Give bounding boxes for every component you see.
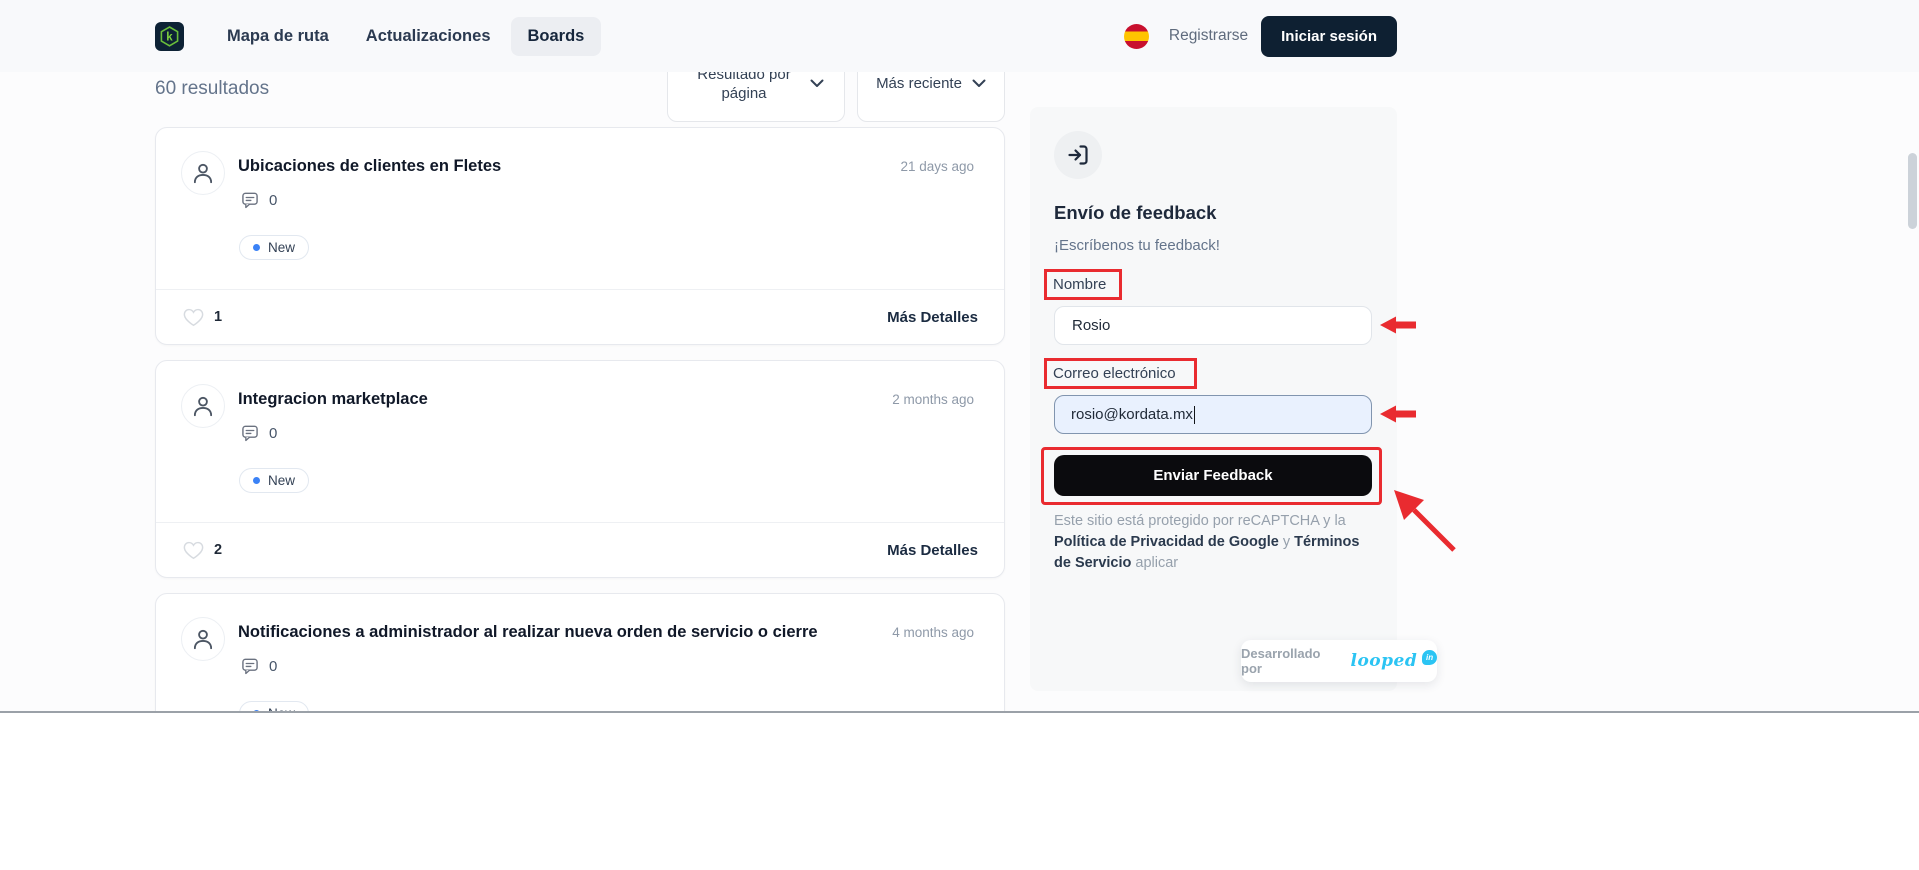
person-icon xyxy=(190,626,216,652)
comment-count: 0 xyxy=(269,658,277,675)
chevron-down-icon xyxy=(972,79,986,88)
log-in-icon xyxy=(1054,131,1102,179)
like-button[interactable]: 2 xyxy=(183,541,222,560)
more-details-link[interactable]: Más Detalles xyxy=(887,542,978,559)
svg-text:k: k xyxy=(166,31,173,43)
like-count: 2 xyxy=(214,542,222,558)
privacy-policy-link[interactable]: Política de Privacidad de Google xyxy=(1054,534,1279,550)
nav-item-actualizaciones[interactable]: Actualizaciones xyxy=(349,17,508,56)
developed-by-badge[interactable]: Desarrollado por looped in xyxy=(1241,640,1437,682)
like-count: 1 xyxy=(214,309,222,325)
top-navigation-bar: k Mapa de ruta Actualizaciones Boards Re… xyxy=(0,0,1919,72)
person-icon xyxy=(190,393,216,419)
feedback-card[interactable]: Integracion marketplace 2 months ago 0 N… xyxy=(155,360,1005,578)
text-cursor xyxy=(1194,406,1196,424)
red-arrow-icon xyxy=(1390,486,1460,554)
recaptcha-notice: Este sitio está protegido por reCAPTCHA … xyxy=(1054,511,1366,574)
card-title[interactable]: Integracion marketplace xyxy=(238,390,428,409)
comment-count: 0 xyxy=(269,425,277,442)
looped-logo: looped xyxy=(1350,651,1417,671)
avatar xyxy=(181,151,225,195)
recaptcha-text: Este sitio está protegido por reCAPTCHA … xyxy=(1054,513,1346,529)
feedback-card[interactable]: Notificaciones a administrador al realiz… xyxy=(155,593,1005,712)
comment-count-group: 0 xyxy=(240,190,277,210)
feedback-form-subtitle: ¡Escríbenos tu feedback! xyxy=(1054,237,1220,254)
name-field-label: Nombre xyxy=(1053,276,1106,293)
comment-count-group: 0 xyxy=(240,423,277,443)
heart-icon xyxy=(183,308,204,327)
comment-count: 0 xyxy=(269,192,277,209)
status-badge: New xyxy=(239,235,309,260)
results-count: 60 resultados xyxy=(155,78,269,100)
email-field-label: Correo electrónico xyxy=(1053,365,1176,382)
looped-bubble-icon: in xyxy=(1422,650,1437,665)
like-button[interactable]: 1 xyxy=(183,308,222,327)
feedback-card[interactable]: Ubicaciones de clientes en Fletes 21 day… xyxy=(155,127,1005,345)
person-icon xyxy=(190,160,216,186)
card-age: 4 months ago xyxy=(892,625,974,640)
nav-links: Mapa de ruta Actualizaciones Boards xyxy=(210,17,604,56)
card-footer: 1 Más Detalles xyxy=(156,289,1004,344)
comment-icon xyxy=(240,656,260,676)
chevron-down-icon xyxy=(810,79,824,88)
status-badge: New xyxy=(239,468,309,493)
sort-selected-label: Más reciente xyxy=(876,75,962,92)
more-details-link[interactable]: Más Detalles xyxy=(887,309,978,326)
recaptcha-text: aplicar xyxy=(1135,555,1178,571)
name-input[interactable] xyxy=(1054,306,1372,345)
feedback-form-panel: Envío de feedback ¡Escríbenos tu feedbac… xyxy=(1030,107,1397,691)
feedback-form-title: Envío de feedback xyxy=(1054,202,1216,224)
feedback-list: Ubicaciones de clientes en Fletes 21 day… xyxy=(155,127,1005,712)
comment-icon xyxy=(240,190,260,210)
header-right-group: Registrarse Iniciar sesión xyxy=(1124,16,1397,57)
spain-flag-icon[interactable] xyxy=(1124,24,1149,49)
card-age: 21 days ago xyxy=(900,159,974,174)
login-button[interactable]: Iniciar sesión xyxy=(1261,16,1397,57)
comment-icon xyxy=(240,423,260,443)
page: k Mapa de ruta Actualizaciones Boards Re… xyxy=(0,0,1919,712)
card-title[interactable]: Ubicaciones de clientes en Fletes xyxy=(238,157,501,176)
submit-feedback-button[interactable]: Enviar Feedback xyxy=(1054,455,1372,496)
badge-dot-icon xyxy=(253,244,260,251)
nav-item-mapa-de-ruta[interactable]: Mapa de ruta xyxy=(210,17,346,56)
card-age: 2 months ago xyxy=(892,392,974,407)
email-input-value: rosio@kordata.mx xyxy=(1071,406,1193,423)
register-link[interactable]: Registrarse xyxy=(1169,27,1248,45)
card-title[interactable]: Notificaciones a administrador al realiz… xyxy=(238,623,818,642)
avatar xyxy=(181,384,225,428)
scrollbar[interactable] xyxy=(1908,153,1917,229)
card-footer: 2 Más Detalles xyxy=(156,522,1004,577)
kordata-logo-icon[interactable]: k xyxy=(155,22,184,51)
comment-count-group: 0 xyxy=(240,656,277,676)
heart-icon xyxy=(183,541,204,560)
nav-item-boards[interactable]: Boards xyxy=(511,17,602,56)
recaptcha-text: y xyxy=(1283,534,1290,550)
email-input[interactable]: rosio@kordata.mx xyxy=(1054,395,1372,434)
screenshot-cut-divider xyxy=(0,711,1919,713)
avatar xyxy=(181,617,225,661)
badge-dot-icon xyxy=(253,477,260,484)
developed-by-text: Desarrollado por xyxy=(1241,646,1343,676)
